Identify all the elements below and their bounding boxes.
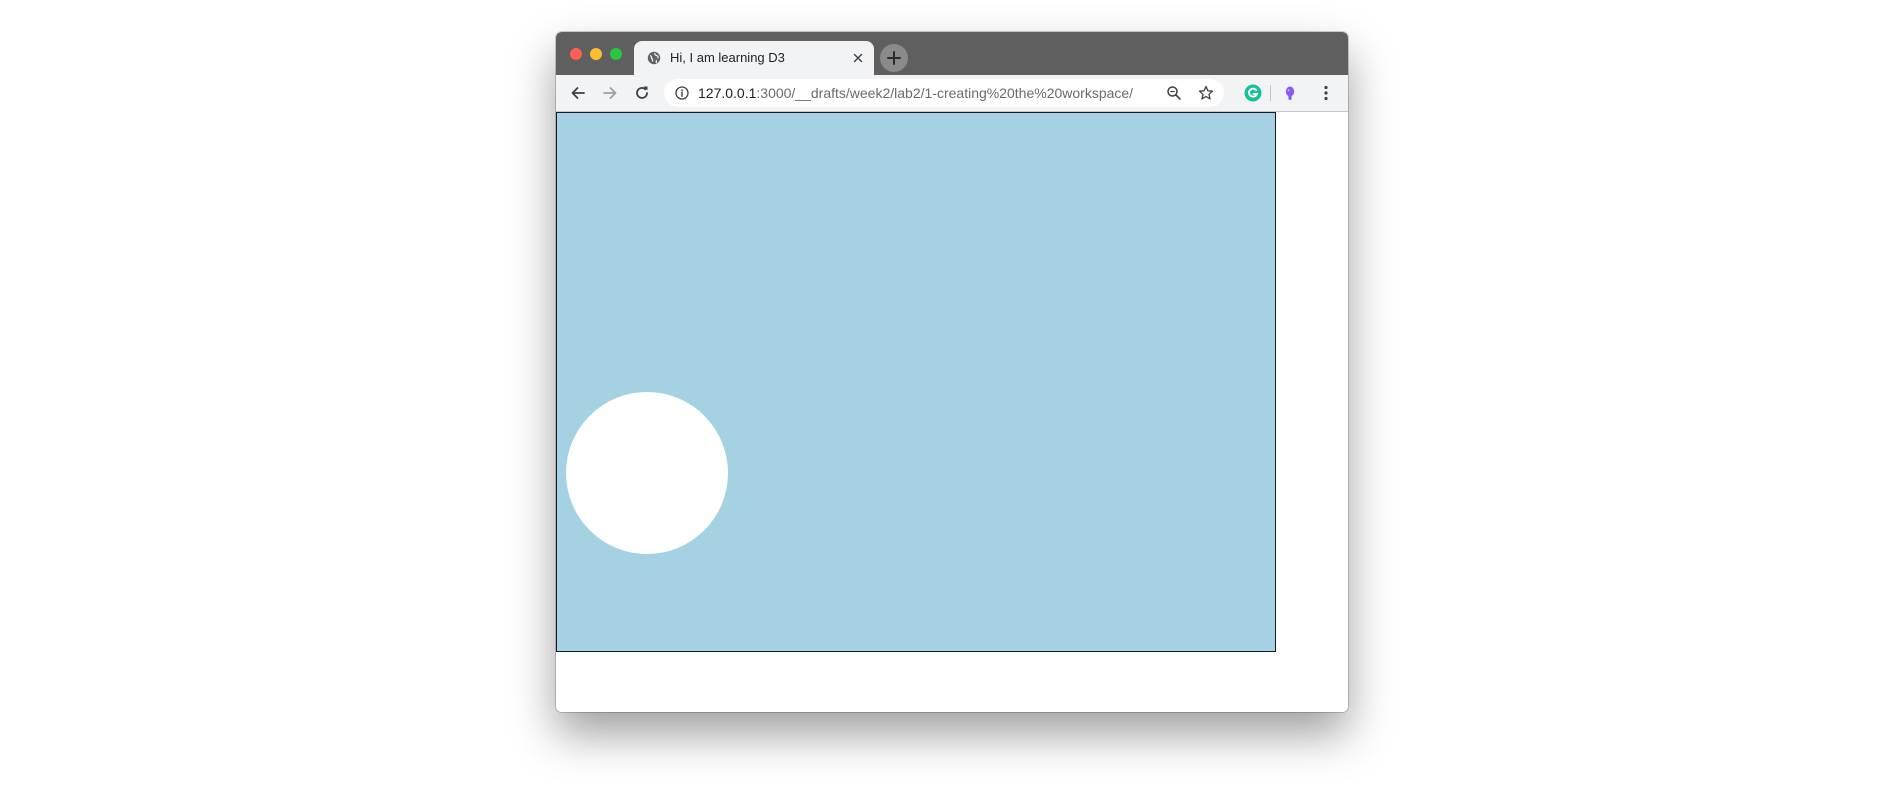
minimize-window-button[interactable] (590, 48, 602, 60)
url-host: 127.0.0.1 (698, 85, 757, 101)
grammarly-icon[interactable] (1244, 84, 1262, 102)
svg-workspace (556, 112, 1276, 652)
tab-title: Hi, I am learning D3 (670, 50, 785, 65)
globe-icon (647, 51, 661, 65)
url-text[interactable]: 127.0.0.1:3000/__drafts/week2/lab2/1-cre… (698, 79, 1133, 107)
star-icon[interactable] (1198, 85, 1214, 101)
white-circle (566, 392, 728, 554)
toolbar-divider (1270, 85, 1271, 101)
kebab-menu-icon[interactable] (1316, 83, 1336, 103)
url-path: :3000/__drafts/week2/lab2/1-creating%20t… (756, 85, 1134, 101)
forward-arrow-icon[interactable] (600, 83, 620, 103)
new-tab-button[interactable] (880, 44, 908, 72)
maximize-window-button[interactable] (610, 48, 622, 60)
workspace-canvas (566, 392, 728, 554)
reload-icon[interactable] (632, 83, 652, 103)
page-viewport (556, 112, 1348, 712)
back-arrow-icon[interactable] (568, 83, 588, 103)
address-bar[interactable]: 127.0.0.1:3000/__drafts/week2/lab2/1-cre… (664, 79, 1224, 107)
browser-toolbar: 127.0.0.1:3000/__drafts/week2/lab2/1-cre… (556, 75, 1348, 112)
browser-window: Hi, I am learning D3 127.0.0.1:3000/__dr… (556, 32, 1348, 712)
close-window-button[interactable] (570, 48, 582, 60)
title-bar: Hi, I am learning D3 (556, 32, 1348, 75)
tab-active[interactable]: Hi, I am learning D3 (634, 41, 874, 75)
close-tab-icon[interactable] (851, 51, 865, 65)
plus-icon (887, 51, 901, 65)
extension-icon[interactable] (1280, 83, 1300, 103)
zoom-out-icon[interactable] (1166, 85, 1182, 101)
info-icon[interactable] (675, 86, 689, 100)
